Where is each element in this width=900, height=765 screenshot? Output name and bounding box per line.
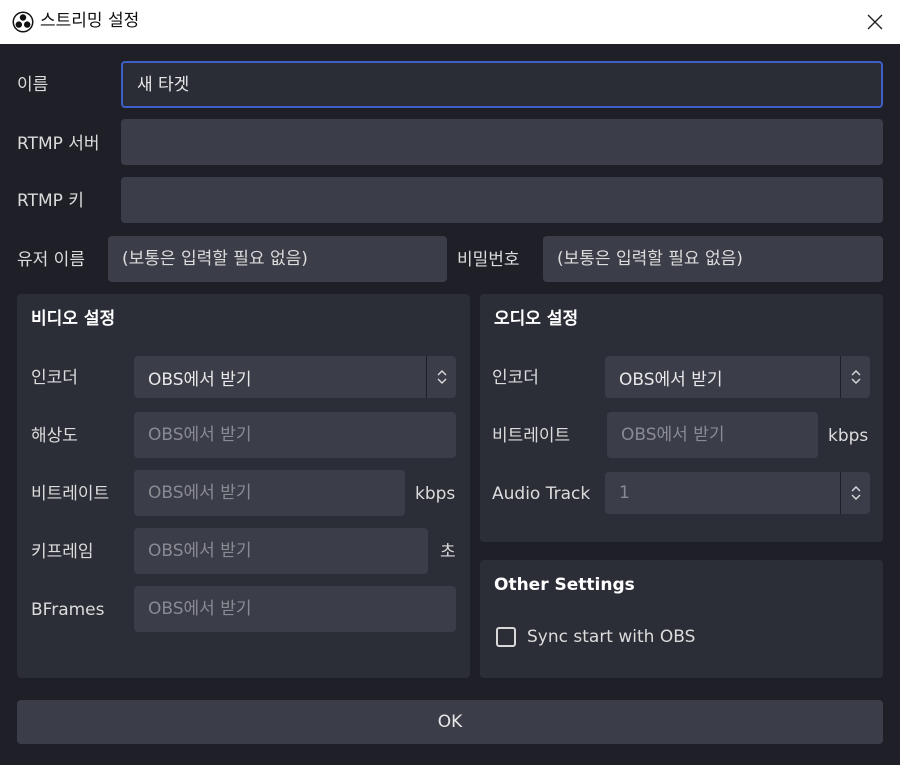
audio-settings-group: 오디오 설정 인코더 OBS에서 받기 비트레이트 OBS에서 받기 kbps … (480, 294, 883, 542)
audio-track-spinner[interactable] (840, 472, 870, 514)
username-placeholder: (보통은 입력할 필요 없음) (122, 249, 308, 269)
bframes-input[interactable]: OBS에서 받기 (134, 586, 456, 632)
close-icon (867, 14, 883, 30)
close-button[interactable] (850, 0, 900, 44)
video-bitrate-placeholder: OBS에서 받기 (148, 483, 252, 503)
audio-bitrate-unit: kbps (828, 426, 869, 446)
keyframe-placeholder: OBS에서 받기 (148, 541, 252, 561)
audio-track-select[interactable]: 1 (605, 472, 870, 514)
video-bitrate-input[interactable]: OBS에서 받기 (134, 470, 405, 516)
audio-track-label: Audio Track (492, 484, 591, 504)
other-settings-group: Other Settings Sync start with OBS (480, 560, 883, 678)
dialog-content: 이름 새 타겟 RTMP 서버 RTMP 키 유저 이름 (보통은 입력할 필요… (0, 44, 900, 765)
audio-settings-title: 오디오 설정 (494, 309, 579, 329)
name-input-value: 새 타겟 (137, 74, 190, 95)
bframes-label: BFrames (31, 600, 105, 620)
audio-encoder-label: 인코더 (492, 368, 539, 388)
other-settings-title: Other Settings (494, 575, 635, 595)
obs-logo-icon (12, 11, 34, 33)
video-settings-group: 비디오 설정 인코더 OBS에서 받기 해상도 OBS에서 받기 비트레이트 O… (17, 294, 470, 678)
video-settings-title: 비디오 설정 (31, 309, 116, 329)
up-down-chevron-icon (851, 486, 860, 500)
name-label: 이름 (17, 75, 49, 95)
window-title: 스트리밍 설정 (40, 11, 140, 31)
audio-track-value: 1 (619, 483, 630, 503)
password-placeholder: (보통은 입력할 필요 없음) (557, 249, 743, 269)
resolution-placeholder: OBS에서 받기 (148, 425, 252, 445)
sync-start-checkbox[interactable] (496, 627, 516, 647)
audio-encoder-value: OBS에서 받기 (619, 369, 723, 390)
keyframe-label: 키프레임 (31, 542, 94, 562)
audio-encoder-spinner[interactable] (840, 356, 870, 398)
video-encoder-spinner[interactable] (426, 356, 456, 398)
audio-encoder-select[interactable]: OBS에서 받기 (605, 356, 870, 398)
rtmp-key-label: RTMP 키 (17, 191, 84, 211)
keyframe-input[interactable]: OBS에서 받기 (134, 528, 428, 574)
username-input[interactable]: (보통은 입력할 필요 없음) (108, 236, 447, 282)
up-down-chevron-icon (437, 370, 446, 384)
keyframe-unit: 초 (440, 542, 456, 562)
sync-start-label[interactable]: Sync start with OBS (527, 626, 695, 648)
ok-button[interactable]: OK (17, 700, 883, 744)
video-encoder-label: 인코더 (31, 368, 78, 388)
audio-bitrate-label: 비트레이트 (492, 426, 571, 446)
username-label: 유저 이름 (17, 250, 85, 270)
video-bitrate-unit: kbps (415, 484, 456, 504)
video-encoder-select[interactable]: OBS에서 받기 (134, 356, 456, 398)
rtmp-key-input[interactable] (121, 177, 883, 223)
audio-bitrate-placeholder: OBS에서 받기 (621, 425, 725, 445)
video-encoder-value: OBS에서 받기 (148, 369, 252, 390)
title-bar: 스트리밍 설정 (0, 0, 900, 44)
name-input[interactable]: 새 타겟 (121, 61, 883, 108)
resolution-input[interactable]: OBS에서 받기 (134, 412, 456, 458)
audio-bitrate-input[interactable]: OBS에서 받기 (607, 412, 818, 458)
up-down-chevron-icon (851, 370, 860, 384)
resolution-label: 해상도 (31, 426, 78, 446)
rtmp-server-input[interactable] (121, 119, 883, 165)
video-bitrate-label: 비트레이트 (31, 484, 110, 504)
rtmp-server-label: RTMP 서버 (17, 134, 100, 154)
password-input[interactable]: (보통은 입력할 필요 없음) (543, 236, 883, 282)
bframes-placeholder: OBS에서 받기 (148, 599, 252, 619)
password-label: 비밀번호 (457, 250, 520, 270)
